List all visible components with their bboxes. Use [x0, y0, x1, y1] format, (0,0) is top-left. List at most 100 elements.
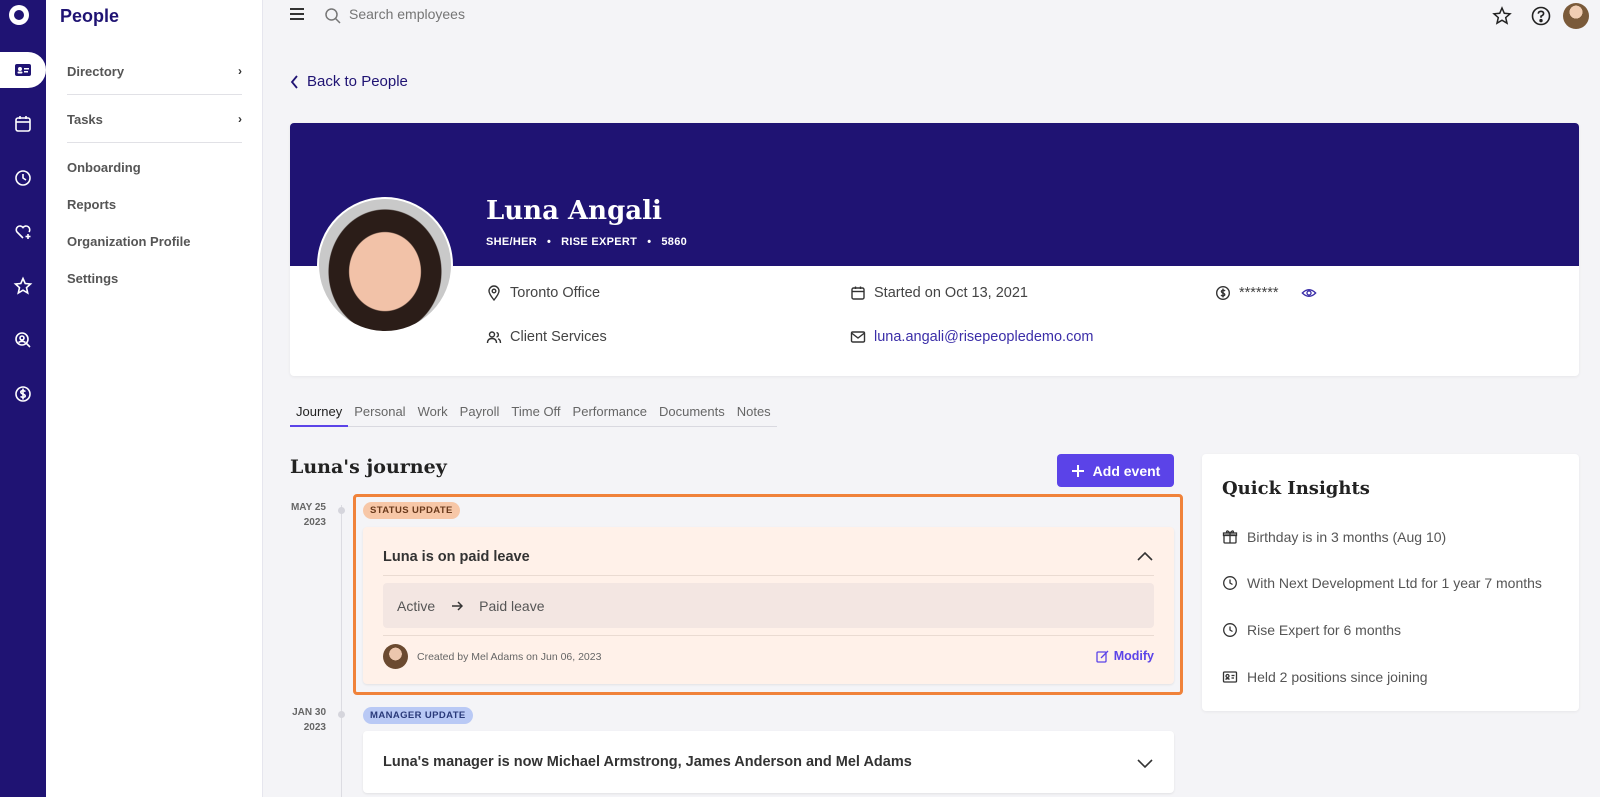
email-field[interactable]: luna.angali@risepeopledemo.com	[850, 329, 1093, 345]
insight-text: With Next Development Ltd for 1 year 7 m…	[1247, 575, 1542, 591]
tab-personal[interactable]: Personal	[348, 400, 411, 427]
email-link[interactable]: luna.angali@risepeopledemo.com	[874, 329, 1093, 345]
calendar-icon	[851, 286, 865, 300]
top-bar	[263, 0, 1600, 32]
subnav-item-label: Tasks	[67, 112, 103, 127]
logo-icon[interactable]	[9, 5, 29, 25]
tab-work[interactable]: Work	[412, 400, 454, 427]
id-card-icon	[1222, 671, 1238, 683]
divider	[383, 635, 1154, 636]
subnav-item-settings[interactable]: Settings	[67, 271, 242, 286]
tab-journey[interactable]: Journey	[290, 400, 349, 427]
timeline-line	[341, 505, 342, 797]
group-icon	[486, 331, 502, 344]
quick-insights-panel: Quick Insights Birthday is in 3 months (…	[1202, 454, 1579, 711]
chevron-right-icon: ›	[238, 112, 242, 126]
subnav-item-tasks[interactable]: Tasks ›	[67, 112, 242, 143]
eye-icon[interactable]	[1300, 285, 1317, 301]
insight-item: With Next Development Ltd for 1 year 7 m…	[1222, 575, 1542, 591]
start-date-field: Started on Oct 13, 2021	[850, 285, 1028, 301]
insight-text: Held 2 positions since joining	[1247, 669, 1428, 685]
chevron-down-icon[interactable]	[1136, 756, 1154, 770]
user-search-icon[interactable]	[0, 322, 46, 358]
meta-separator: •	[647, 236, 652, 248]
mail-icon	[850, 331, 866, 343]
arrow-right-icon	[452, 600, 464, 611]
salary-masked: *******	[1239, 285, 1279, 301]
back-to-people-link[interactable]: Back to People	[290, 73, 408, 90]
edit-icon	[1096, 650, 1109, 663]
event-date-year: 2023	[303, 722, 326, 733]
modify-link[interactable]: Modify	[1096, 649, 1154, 663]
divider	[383, 575, 1154, 576]
event-card: Luna's manager is now Michael Armstrong,…	[363, 731, 1174, 793]
clock-icon	[1223, 623, 1237, 637]
star-badge-icon[interactable]	[1491, 5, 1513, 27]
dollar-icon	[1215, 285, 1231, 301]
menu-icon[interactable]	[290, 8, 304, 20]
pronouns: SHE/HER	[486, 236, 537, 248]
back-link-label: Back to People	[307, 73, 408, 90]
sub-sidebar: People Directory › Tasks › Onboarding Re…	[46, 0, 263, 797]
status-to: Paid leave	[479, 597, 545, 614]
avatar[interactable]	[1563, 3, 1589, 29]
event-date: JAN 30 2023	[288, 705, 326, 735]
timeline-dot	[338, 711, 345, 718]
clock-icon[interactable]	[0, 160, 46, 196]
insight-text: Rise Expert for 6 months	[1247, 622, 1402, 638]
insight-item: Birthday is in 3 months (Aug 10)	[1222, 529, 1446, 545]
add-event-label: Add event	[1092, 462, 1161, 479]
salary-field: *******	[1215, 285, 1317, 301]
event-title: Luna is on paid leave	[383, 549, 530, 565]
status-from: Active	[397, 597, 436, 614]
employee-name: Luna Angali	[486, 196, 662, 226]
search-input[interactable]	[349, 6, 649, 22]
dollar-icon[interactable]	[0, 376, 46, 412]
section-title: People	[60, 6, 120, 26]
calendar-icon[interactable]	[0, 106, 46, 142]
profile-card: Luna Angali SHE/HER • RISE EXPERT • 5860…	[290, 123, 1579, 376]
status-change: Active Paid leave	[383, 583, 1154, 628]
created-by-text: Created by Mel Adams on Jun 06, 2023	[417, 651, 602, 663]
icon-rail	[0, 0, 46, 797]
event-card: Luna is on paid leave Active Paid leave …	[363, 527, 1174, 684]
subnav-item-reports[interactable]: Reports	[67, 197, 242, 212]
event-date: MAY 25 2023	[288, 500, 326, 530]
timeline-dot	[338, 507, 345, 514]
manager-update-badge: MANAGER UPDATE	[363, 707, 473, 724]
subnav-item-organization-profile[interactable]: Organization Profile	[67, 234, 242, 249]
tab-documents[interactable]: Documents	[653, 400, 731, 427]
avatar	[383, 644, 408, 669]
profile-tabs: Journey Personal Work Payroll Time Off P…	[290, 400, 777, 427]
status-update-badge: STATUS UPDATE	[363, 502, 460, 519]
meta-separator: •	[547, 236, 552, 248]
event-date-day: JAN 30	[292, 707, 326, 718]
subnav-item-label: Directory	[67, 64, 125, 79]
department-text: Client Services	[510, 329, 607, 345]
event-date-day: MAY 25	[290, 502, 326, 513]
add-event-button[interactable]: Add event	[1057, 454, 1174, 487]
help-icon[interactable]	[1530, 5, 1552, 27]
people-card-icon[interactable]	[0, 52, 46, 88]
plus-icon	[1071, 464, 1084, 477]
subnav-item-onboarding[interactable]: Onboarding	[67, 160, 242, 175]
tab-payroll[interactable]: Payroll	[454, 400, 506, 427]
profile-banner	[290, 123, 1579, 266]
event-date-year: 2023	[303, 517, 326, 528]
subnav-item-directory[interactable]: Directory ›	[67, 64, 242, 95]
gift-icon	[1222, 530, 1238, 544]
tab-performance[interactable]: Performance	[567, 400, 653, 427]
location-pin-icon	[488, 285, 500, 301]
tab-time-off[interactable]: Time Off	[505, 400, 566, 427]
location-field: Toronto Office	[486, 285, 600, 301]
chevron-right-icon: ›	[238, 64, 242, 78]
profile-photo	[317, 197, 453, 333]
heart-plus-icon[interactable]	[0, 214, 46, 250]
employee-id: 5860	[661, 236, 688, 248]
insight-item: Held 2 positions since joining	[1222, 669, 1428, 685]
tab-notes[interactable]: Notes	[731, 400, 777, 427]
start-date-text: Started on Oct 13, 2021	[874, 285, 1028, 301]
chevron-left-icon	[290, 74, 298, 89]
star-icon[interactable]	[0, 268, 46, 304]
chevron-up-icon[interactable]	[1136, 550, 1154, 564]
